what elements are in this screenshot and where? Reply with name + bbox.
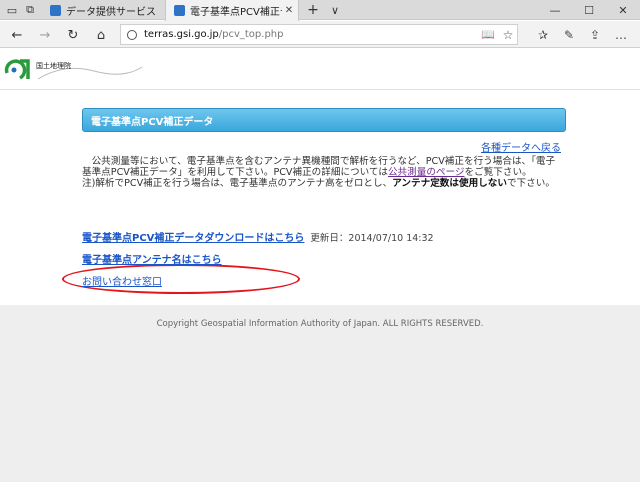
page-favicon-icon	[174, 5, 185, 16]
public-survey-link[interactable]: 公共測量のページ	[388, 167, 465, 178]
antenna-name-link[interactable]: 電子基準点アンテナ名はこちら	[82, 251, 222, 266]
tab-pcv-correction[interactable]: 電子基準点PCV補正デー ✕	[165, 0, 299, 21]
tab-data-service[interactable]: データ提供サービス	[42, 0, 164, 20]
favorites-hub-icon[interactable]: ✰	[530, 28, 556, 42]
home-icon[interactable]: ⌂	[92, 26, 110, 44]
web-notes-icon[interactable]: ✎	[556, 28, 582, 42]
minimize-button[interactable]: —	[538, 0, 572, 20]
web-page: 国土地理院 電子基準点PCV補正データ 各種データへ戻る 公共測量等において、電…	[0, 49, 640, 482]
more-icon[interactable]: …	[608, 28, 634, 42]
page-favicon-icon	[50, 4, 61, 16]
description-paragraph: 公共測量等において、電子基準点を含むアンテナ異機種間で解析を行うなど、PCV補正…	[82, 156, 556, 189]
tab-set-aside-icon[interactable]: ⧉	[22, 2, 38, 18]
browser-toolbar: ← → ↻ ⌂ terras.gsi.go.jp/pcv_top.php 📖 ☆…	[0, 21, 640, 48]
close-window-button[interactable]: ✕	[606, 0, 640, 20]
title-bar: ▭ ⧉ データ提供サービス 電子基準点PCV補正デー ✕ + ∨ — ☐ ✕	[0, 0, 640, 21]
back-to-data-link[interactable]: 各種データへ戻る	[481, 139, 561, 154]
back-icon[interactable]: ←	[8, 26, 26, 44]
favorite-star-icon[interactable]: ☆	[498, 28, 518, 42]
copyright-footer: Copyright Geospatial Information Authori…	[156, 319, 484, 329]
address-bar[interactable]: terras.gsi.go.jp/pcv_top.php	[120, 24, 518, 45]
main-content: 電子基準点PCV補正データ 各種データへ戻る 公共測量等において、電子基準点を含…	[0, 89, 640, 305]
url-host: terras.gsi.go.jp	[144, 29, 219, 40]
new-tab-icon[interactable]: +	[305, 2, 321, 18]
refresh-icon[interactable]: ↻	[64, 26, 82, 44]
download-row: 電子基準点PCV補正データダウンロードはこちら 更新日：2014/07/10 1…	[82, 229, 434, 245]
reading-view-icon[interactable]: 📖	[478, 28, 498, 41]
share-icon[interactable]: ⇪	[582, 28, 608, 42]
site-header: 国土地理院	[0, 49, 640, 89]
section-title: 電子基準点PCV補正データ	[82, 108, 566, 132]
tab-preview-icon[interactable]: ▭	[4, 2, 20, 18]
maximize-button[interactable]: ☐	[572, 0, 606, 20]
site-info-icon[interactable]	[127, 29, 137, 40]
forward-icon[interactable]: →	[36, 26, 54, 44]
contact-link[interactable]: お問い合わせ窓口	[82, 273, 162, 288]
tab-list-chevron-icon[interactable]: ∨	[327, 2, 343, 18]
svg-text:国土地理院: 国土地理院	[36, 61, 71, 70]
gsi-logo-icon[interactable]: 国土地理院	[4, 57, 144, 83]
updated-timestamp: 更新日：2014/07/10 14:32	[310, 232, 434, 244]
close-tab-icon[interactable]: ✕	[282, 5, 296, 16]
url-path: /pcv_top.php	[218, 29, 284, 40]
pcv-download-link[interactable]: 電子基準点PCV補正データダウンロードはこちら	[82, 229, 304, 244]
